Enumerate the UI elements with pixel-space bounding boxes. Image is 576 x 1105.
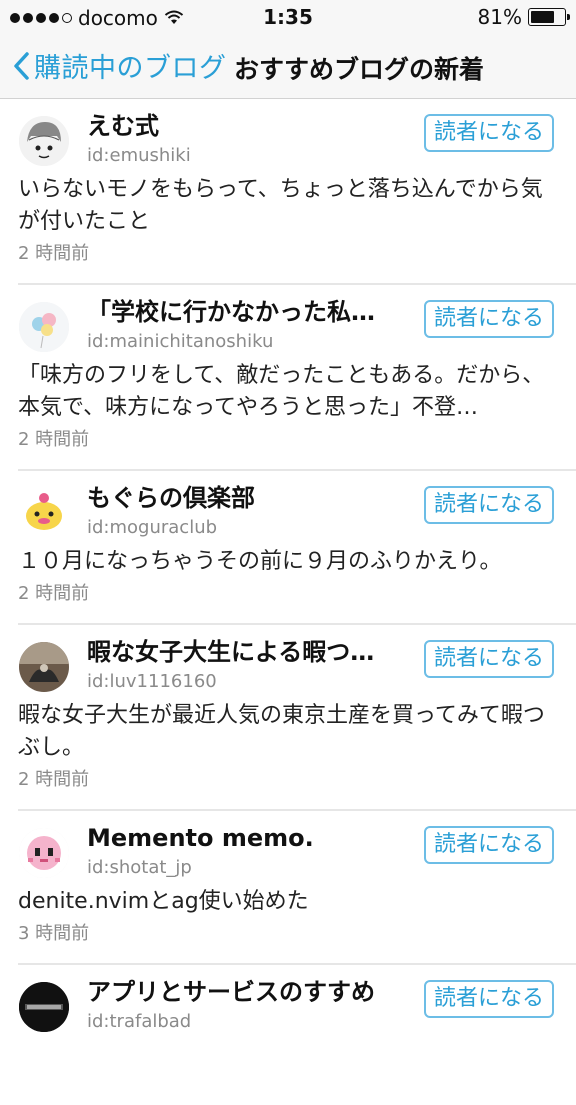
blog-id: id:luv1116160	[87, 671, 217, 692]
subscribe-button[interactable]: 読者になる	[424, 300, 554, 338]
entry-title[interactable]: いらないモノをもらって、ちょっと落ち込んでから気が付いたこと	[18, 174, 558, 238]
blog-id: id:shotat_jp	[87, 857, 192, 878]
entry-title[interactable]: 「味方のフリをして、敵だったこともある。だから、本気で、味方になってやろうと思っ…	[18, 360, 558, 424]
entry-title[interactable]: 暇な女子大生が最近人気の東京土産を買ってみて暇つぶし。	[18, 700, 558, 764]
subscribe-button[interactable]: 読者になる	[424, 640, 554, 678]
list-item[interactable]: もぐらの倶楽部 id:moguraclub 読者になる １０月になっちゃうその前…	[0, 471, 576, 625]
subscribe-button[interactable]: 読者になる	[424, 486, 554, 524]
chevron-left-icon	[14, 51, 29, 80]
blog-name[interactable]: 「学校に行かなかった私…	[87, 297, 407, 327]
blog-name[interactable]: えむ式	[87, 111, 407, 141]
post-time: 3 時間前	[18, 923, 90, 944]
battery-percent: 81%	[477, 5, 522, 29]
list-item[interactable]: 「学校に行かなかった私… id:mainichitanoshiku 読者になる …	[0, 285, 576, 471]
blog-name[interactable]: 暇な女子大生による暇つ…	[87, 637, 407, 667]
blog-id: id:mainichitanoshiku	[87, 331, 274, 352]
entry-title[interactable]: denite.nvimとag使い始めた	[18, 886, 558, 918]
back-button[interactable]: 購読中のブログ	[12, 46, 227, 85]
blog-name[interactable]: Memento memo.	[87, 823, 407, 853]
blog-name[interactable]: もぐらの倶楽部	[87, 483, 407, 513]
back-button-label: 購読中のブログ	[34, 53, 227, 84]
post-time: 2 時間前	[18, 429, 90, 450]
mole-character-avatar[interactable]	[19, 488, 69, 538]
post-time: 2 時間前	[18, 769, 90, 790]
status-bar: docomo 1:35 81%	[0, 0, 576, 34]
list-item[interactable]: Memento memo. id:shotat_jp 読者になる denite.…	[0, 811, 576, 965]
entry-title[interactable]: １０月になっちゃうその前に９月のふりかえり。	[18, 546, 558, 578]
subscribe-button[interactable]: 読者になる	[424, 826, 554, 864]
blog-id: id:trafalbad	[87, 1011, 192, 1032]
balloons-avatar[interactable]	[19, 302, 69, 352]
subscribe-button[interactable]: 読者になる	[424, 980, 554, 1018]
battery-info: 81%	[477, 5, 570, 29]
post-time: 2 時間前	[18, 243, 90, 264]
navigation-bar: 購読中のブログ おすすめブログの新着	[0, 34, 576, 99]
blog-id: id:emushiki	[87, 145, 191, 166]
subscribe-button[interactable]: 読者になる	[424, 114, 554, 152]
person-face-avatar[interactable]	[19, 116, 69, 166]
page-title: おすすめブログの新着	[234, 55, 485, 84]
black-logo-avatar[interactable]	[19, 982, 69, 1032]
post-time: 2 時間前	[18, 583, 90, 604]
list-item[interactable]: えむ式 id:emushiki 読者になる いらないモノをもらって、ちょっと落ち…	[0, 99, 576, 285]
photo-avatar[interactable]	[19, 642, 69, 692]
list-item[interactable]: アプリとサービスのすすめ id:trafalbad 読者になる	[0, 965, 576, 1105]
battery-icon	[528, 8, 570, 26]
blog-id: id:moguraclub	[87, 517, 218, 538]
pixel-character-avatar[interactable]	[19, 828, 69, 878]
blog-name[interactable]: アプリとサービスのすすめ	[87, 977, 407, 1007]
list-item[interactable]: 暇な女子大生による暇つ… id:luv1116160 読者になる 暇な女子大生が…	[0, 625, 576, 811]
blog-feed-list: えむ式 id:emushiki 読者になる いらないモノをもらって、ちょっと落ち…	[0, 99, 576, 1105]
